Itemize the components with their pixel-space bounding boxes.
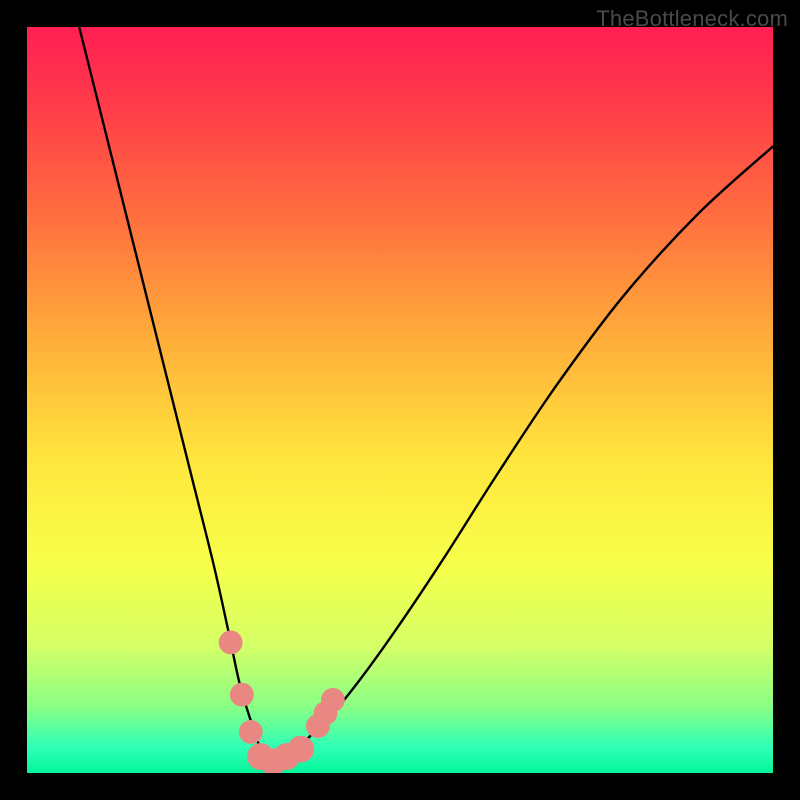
marker-dot <box>239 720 263 744</box>
gradient-background <box>27 27 773 773</box>
plot-area <box>27 27 773 773</box>
bottleneck-chart-svg <box>27 27 773 773</box>
marker-dot <box>287 736 314 763</box>
marker-dot <box>230 683 254 707</box>
chart-frame: TheBottleneck.com <box>0 0 800 800</box>
marker-dot <box>219 631 243 655</box>
marker-dot <box>321 688 345 712</box>
